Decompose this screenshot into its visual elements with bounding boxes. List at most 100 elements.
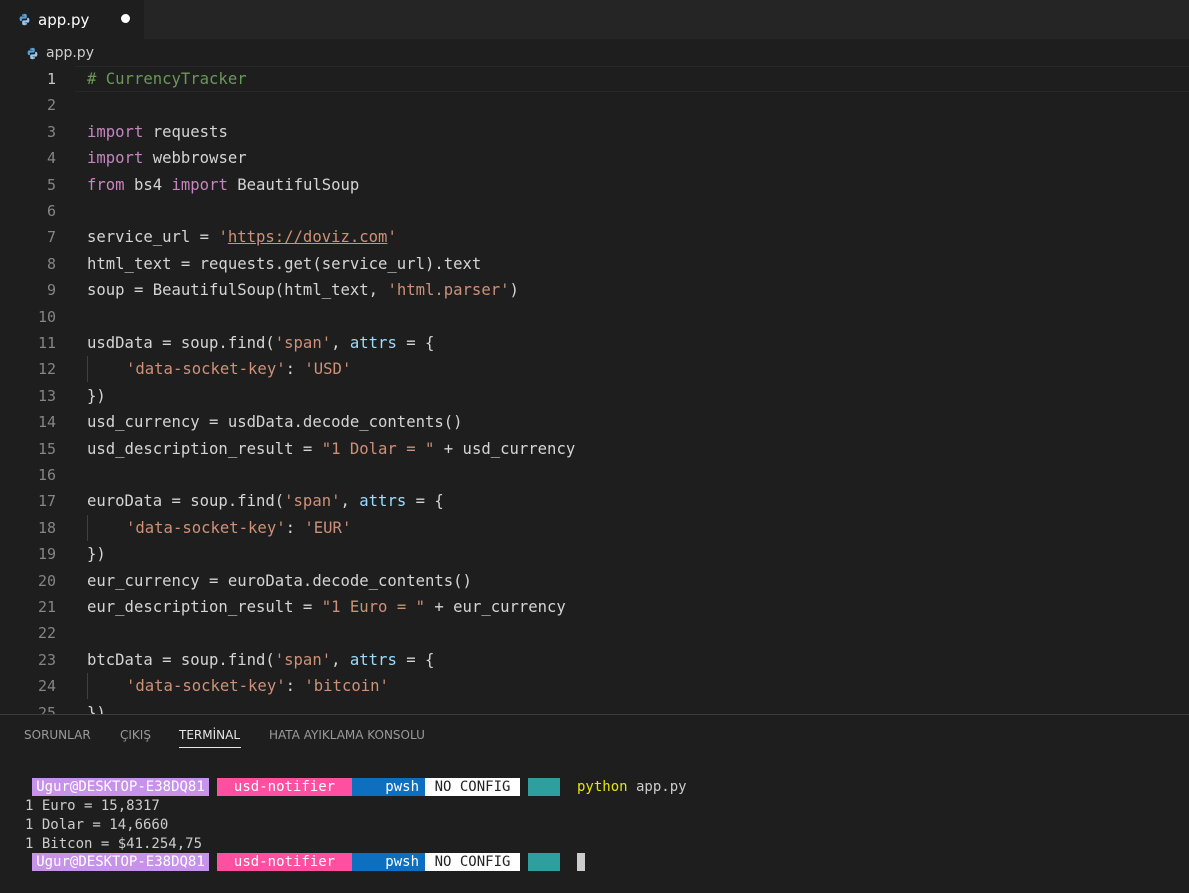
prompt-user-segment: Ugur@DESKTOP-E38DQ81 <box>32 778 209 796</box>
prompt-shell-segment: pwsh <box>352 778 425 796</box>
terminal-output-line: 1 Bitcon = $41.254,75 <box>25 836 203 852</box>
line-number: 9 <box>46 281 56 300</box>
line-number: 6 <box>46 202 56 220</box>
prompt-end-segment <box>528 853 560 871</box>
code-line[interactable]: 20 eur_currency = euroData.decode_conten… <box>0 568 1189 594</box>
line-text: import requests <box>87 122 228 141</box>
code-line[interactable]: 13 }) <box>0 383 1189 409</box>
tab-terminal[interactable]: TERMİNAL <box>179 728 240 742</box>
bottom-panel: SORUNLAR ÇIKIŞ TERMİNAL HATA AYIKLAMA KO… <box>0 714 1189 893</box>
line-number: 25 <box>37 703 56 714</box>
tab-output[interactable]: ÇIKIŞ <box>120 728 151 742</box>
line-text: euroData = soup.find('span', attrs = { <box>87 492 444 511</box>
vscode-window: app.py app.py 1 # CurrencyTracker 2 3 im… <box>0 0 1189 893</box>
code-line[interactable]: 14 usd_currency = usdData.decode_content… <box>0 409 1189 435</box>
line-text: soup = BeautifulSoup(html_text, 'html.pa… <box>87 281 519 300</box>
line-text: usdData = soup.find('span', attrs = { <box>87 334 435 352</box>
line-number: 19 <box>37 545 56 564</box>
python-file-icon <box>19 13 30 26</box>
code-line[interactable]: 23 btcData = soup.find('span', attrs = { <box>0 647 1189 673</box>
line-number: 3 <box>46 122 56 141</box>
code-line[interactable]: 19 }) <box>0 541 1189 567</box>
line-text: from bs4 import BeautifulSoup <box>87 175 360 194</box>
indent-guide <box>87 356 88 383</box>
terminal-command: python app.py <box>577 779 687 795</box>
line-text: # CurrencyTracker <box>87 70 247 88</box>
terminal-cursor[interactable] <box>577 853 585 871</box>
line-number: 24 <box>37 677 56 696</box>
line-text: service_url = 'https://doviz.com' <box>87 228 397 247</box>
panel-tab-bar: SORUNLAR ÇIKIŞ TERMİNAL HATA AYIKLAMA KO… <box>0 715 1189 759</box>
code-line[interactable]: 22 <box>0 620 1189 646</box>
code-line[interactable]: 7 service_url = 'https://doviz.com' <box>0 224 1189 250</box>
code-line[interactable]: 5 from bs4 import BeautifulSoup <box>0 172 1189 198</box>
line-number: 11 <box>37 334 56 352</box>
indent-guide <box>87 673 88 700</box>
line-text: eur_currency = euroData.decode_contents(… <box>87 571 472 590</box>
unsaved-changes-dot-icon[interactable] <box>121 14 130 23</box>
prompt-config-segment: NO CONFIG <box>425 778 520 796</box>
code-line[interactable]: 11 usdData = soup.find('span', attrs = { <box>0 330 1189 356</box>
line-number: 5 <box>46 175 56 194</box>
line-number: 15 <box>37 439 56 458</box>
prompt-dir-segment: usd-notifier <box>217 853 352 871</box>
line-text: html_text = requests.get(service_url).te… <box>87 254 482 273</box>
indent-guide <box>87 514 88 541</box>
code-editor[interactable]: 1 # CurrencyTracker 2 3 import requests … <box>0 66 1189 714</box>
line-text: 'data-socket-key': 'bitcoin' <box>126 677 389 696</box>
line-number: 7 <box>46 228 56 247</box>
terminal-prompt[interactable]: Ugur@DESKTOP-E38DQ81 usd-notifier pwsh N… <box>32 853 585 871</box>
code-line[interactable]: 25 }) <box>0 700 1189 714</box>
code-line[interactable]: 21 eur_description_result = "1 Euro = " … <box>0 594 1189 620</box>
tab-title: app.py <box>38 10 90 29</box>
tab-problems[interactable]: SORUNLAR <box>24 728 91 742</box>
line-text: import webbrowser <box>87 149 247 168</box>
tab-debug-console[interactable]: HATA AYIKLAMA KONSOLU <box>269 728 425 742</box>
code-line[interactable]: 8 html_text = requests.get(service_url).… <box>0 251 1189 277</box>
breadcrumb-file[interactable]: app.py <box>46 45 94 61</box>
code-line[interactable]: 9 soup = BeautifulSoup(html_text, 'html.… <box>0 277 1189 303</box>
line-text: }) <box>87 703 106 714</box>
line-text: }) <box>87 545 106 564</box>
line-text: 'data-socket-key': 'USD' <box>126 360 352 379</box>
code-line[interactable]: 6 <box>0 198 1189 224</box>
code-line[interactable]: 2 <box>0 92 1189 118</box>
prompt-dir-segment: usd-notifier <box>217 778 352 796</box>
editor-tab-bar: app.py <box>0 0 1189 39</box>
prompt-shell-segment: pwsh <box>352 853 425 871</box>
code-line[interactable]: 3 import requests <box>0 119 1189 145</box>
line-number: 17 <box>37 492 56 511</box>
code-line[interactable]: 4 import webbrowser <box>0 145 1189 171</box>
url-link[interactable]: https://doviz.com <box>228 228 388 246</box>
line-number: 16 <box>37 466 56 484</box>
code-line[interactable]: 1 # CurrencyTracker <box>0 66 1189 92</box>
code-line[interactable]: 18 'data-socket-key': 'EUR' <box>0 514 1189 541</box>
prompt-user-segment: Ugur@DESKTOP-E38DQ81 <box>32 853 209 871</box>
line-number: 18 <box>37 518 56 537</box>
line-text: eur_description_result = "1 Euro = " + e… <box>87 598 566 616</box>
line-text: }) <box>87 386 106 405</box>
line-number: 13 <box>37 386 56 405</box>
line-text: usd_currency = usdData.decode_contents() <box>87 413 463 432</box>
code-line[interactable]: 16 <box>0 462 1189 488</box>
line-text: 'data-socket-key': 'EUR' <box>126 518 352 537</box>
editor-tab-app-py[interactable]: app.py <box>0 0 144 39</box>
code-line[interactable]: 15 usd_description_result = "1 Dolar = "… <box>0 436 1189 462</box>
line-number: 22 <box>37 624 56 643</box>
prompt-end-segment <box>528 778 560 796</box>
line-number: 4 <box>46 149 56 168</box>
line-number: 8 <box>46 254 56 273</box>
code-line[interactable]: 24 'data-socket-key': 'bitcoin' <box>0 673 1189 700</box>
line-number: 20 <box>37 571 56 590</box>
terminal-output-line: 1 Dolar = 14,6660 <box>25 817 169 833</box>
line-number: 23 <box>37 650 56 669</box>
code-line[interactable]: 17 euroData = soup.find('span', attrs = … <box>0 488 1189 514</box>
prompt-config-segment: NO CONFIG <box>425 853 520 871</box>
line-number: 21 <box>37 598 56 616</box>
line-number: 12 <box>37 360 56 379</box>
code-line[interactable]: 10 <box>0 304 1189 330</box>
line-text: usd_description_result = "1 Dolar = " + … <box>87 439 576 458</box>
line-number: 1 <box>46 70 56 88</box>
code-line[interactable]: 12 'data-socket-key': 'USD' <box>0 356 1189 383</box>
line-number: 10 <box>37 307 56 326</box>
